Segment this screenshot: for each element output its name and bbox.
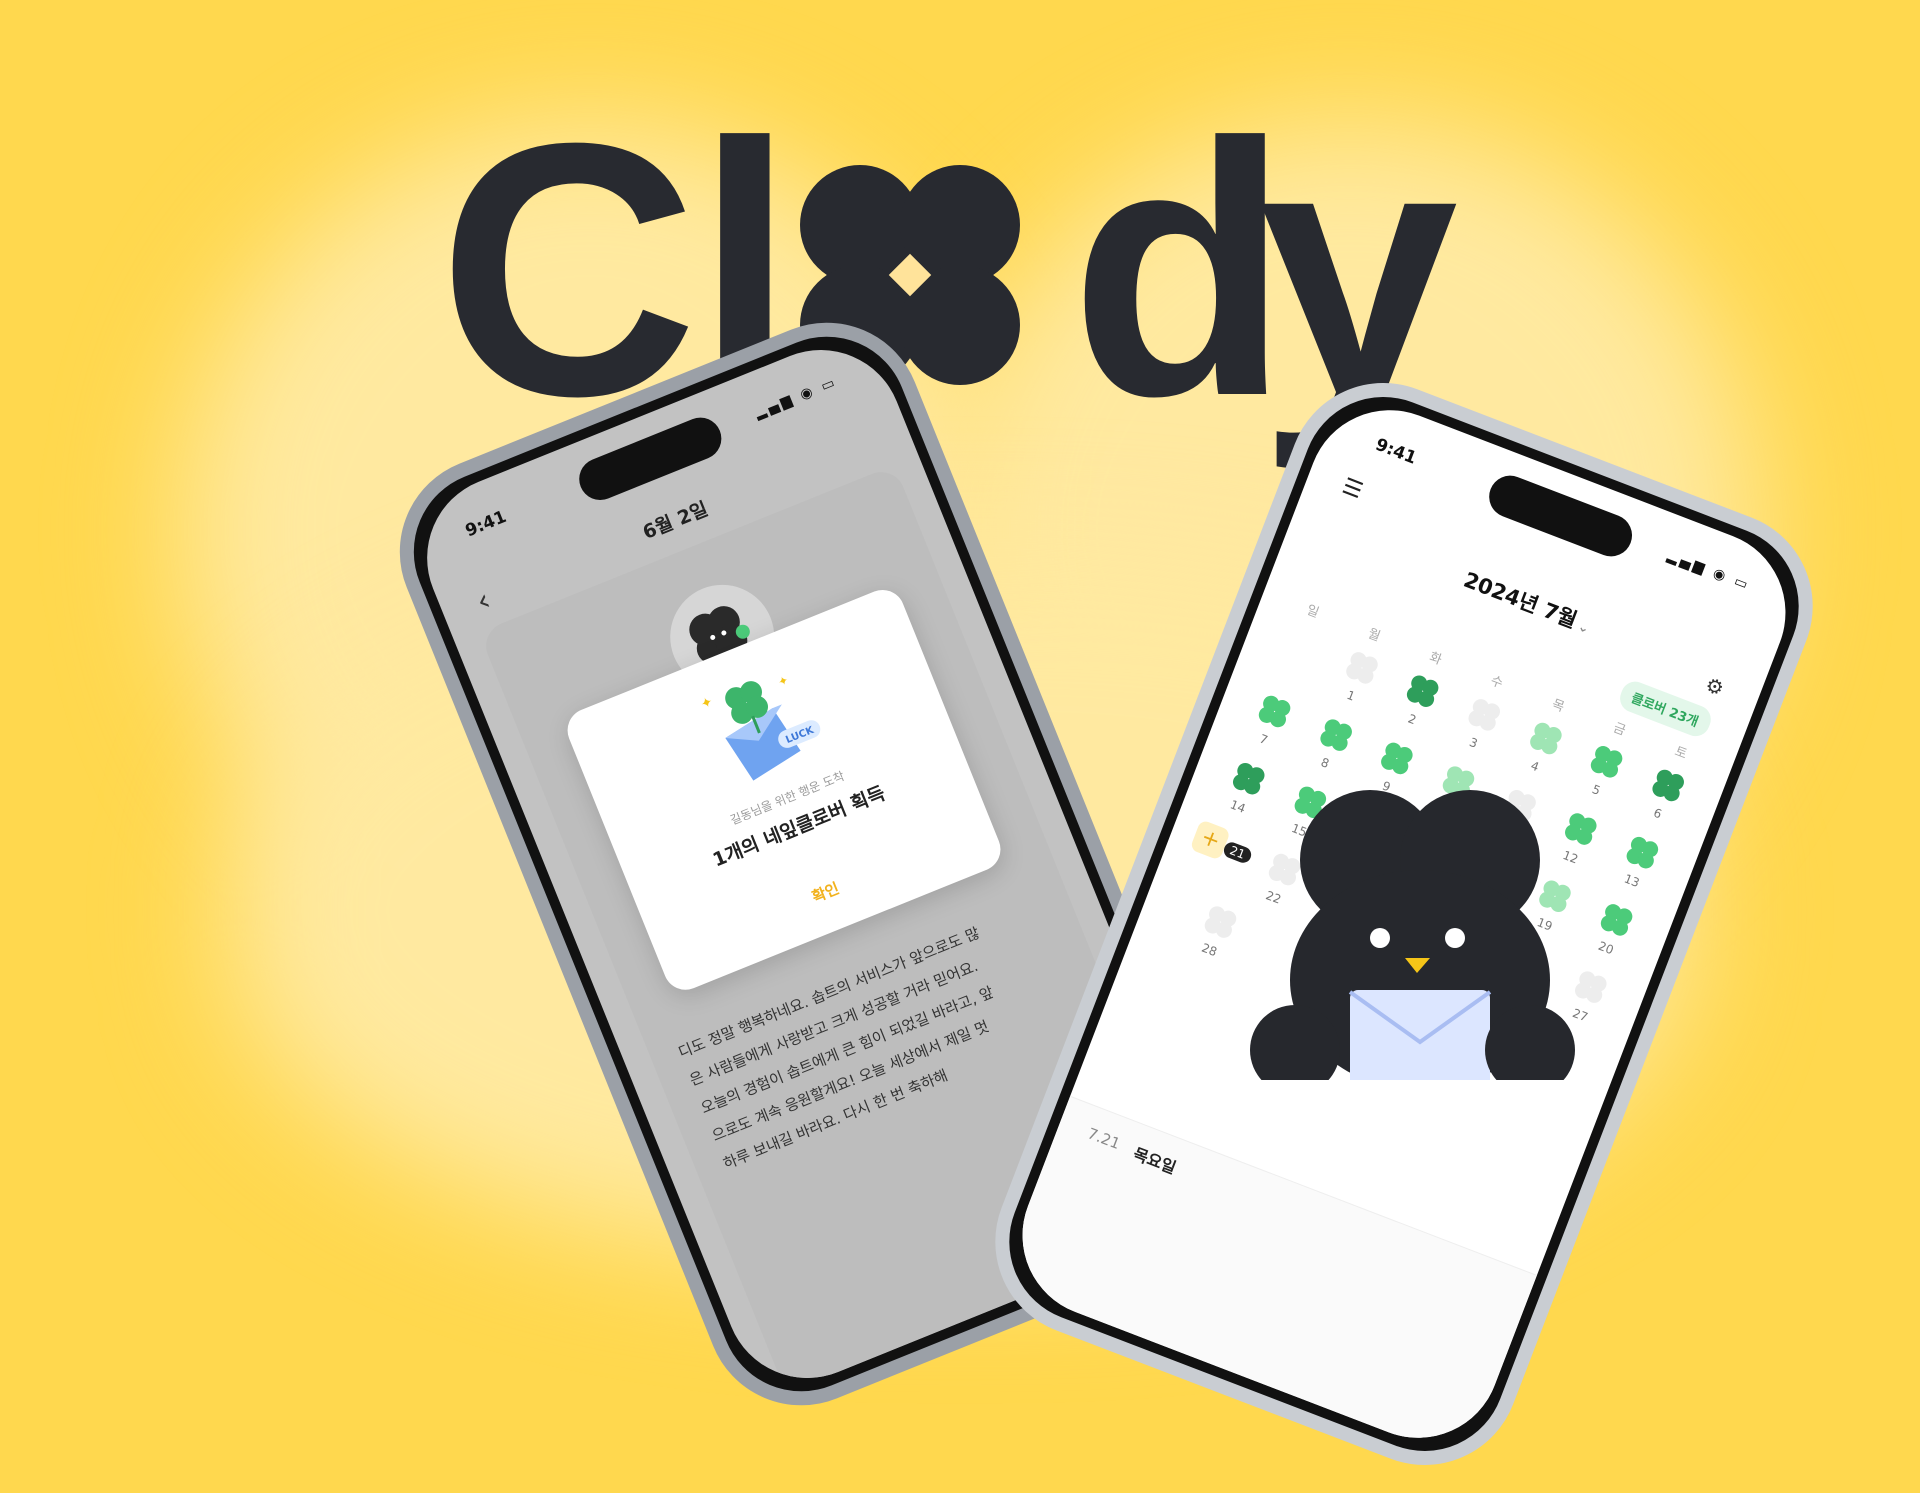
chevron-down-icon: ⌄ <box>1575 619 1592 638</box>
status-icons: ▂▄▆ ◉ ▭ <box>752 373 840 422</box>
day-number: 2 <box>1406 711 1419 728</box>
day-number: 20 <box>1596 938 1616 958</box>
day-number: 3 <box>1467 734 1480 751</box>
svg-text:✦: ✦ <box>776 673 791 690</box>
day-number: 7 <box>1257 731 1270 748</box>
selected-date: 7.21 <box>1085 1124 1123 1154</box>
day-number: 13 <box>1622 871 1642 891</box>
status-icons: ▂▄▆ ◉ ▭ <box>1665 547 1753 595</box>
logo-letter-d: d <box>1070 69 1290 471</box>
svg-text:✦: ✦ <box>698 694 715 713</box>
penguin-clover-mascot <box>1250 790 1575 1080</box>
day-number: 1 <box>1344 687 1357 704</box>
day-detail-panel: 7.21 목요일 <box>998 1095 1538 1462</box>
day-number: 8 <box>1318 755 1332 771</box>
status-time: 9:41 <box>462 506 510 542</box>
month-title: 2024년 7월 <box>1460 567 1581 633</box>
day-number: 6 <box>1651 805 1664 822</box>
modal-title: 1개의 네잎클로버 획득 <box>709 782 889 872</box>
selected-weekday: 목요일 <box>1130 1144 1179 1178</box>
status-time: 9:41 <box>1372 434 1420 469</box>
dynamic-island <box>1483 469 1639 563</box>
menu-icon[interactable]: ☰ <box>1339 474 1366 504</box>
